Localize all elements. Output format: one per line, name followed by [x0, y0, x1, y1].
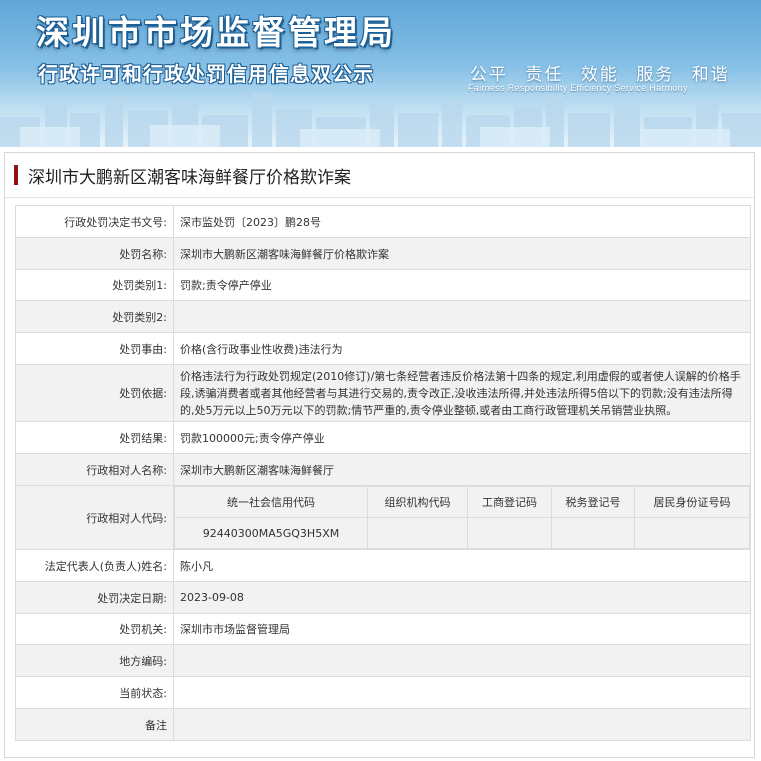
- field-label: 行政处罚决定书文号:: [15, 205, 174, 238]
- table-row: 处罚类别2:: [15, 300, 751, 333]
- title-accent-bar: [14, 165, 18, 185]
- party-code-table: 统一社会信用代码 组织机构代码 工商登记码 税务登记号 居民身份证号码 9244…: [174, 486, 750, 549]
- site-subtitle: 行政许可和行政处罚信用信息双公示: [38, 62, 374, 86]
- field-label: 处罚结果:: [15, 421, 174, 454]
- table-row: 当前状态:: [15, 676, 751, 709]
- field-label: 地方编码:: [15, 644, 174, 677]
- field-label: 处罚类别2:: [15, 300, 174, 333]
- code-header: 统一社会信用代码: [174, 486, 368, 518]
- code-value-row: 92440300MA5GQ3H5XM: [174, 517, 750, 549]
- category1-value: 罚款;责令停产停业: [173, 269, 751, 301]
- status-value: [173, 676, 751, 709]
- field-label: 备注: [15, 708, 174, 741]
- case-title: 深圳市大鹏新区潮客味海鲜餐厅价格欺诈案: [28, 167, 351, 188]
- table-row: 处罚决定日期: 2023-09-08: [15, 581, 751, 614]
- code-header-row: 统一社会信用代码 组织机构代码 工商登记码 税务登记号 居民身份证号码: [174, 486, 750, 518]
- motto-word: 公平: [470, 65, 508, 85]
- panel-header: 深圳市大鹏新区潮客味海鲜餐厅价格欺诈案: [5, 153, 754, 198]
- field-label: 处罚名称:: [15, 237, 174, 270]
- motto: 公平 责任 效能 服务 和谐: [470, 60, 740, 85]
- code-header: 工商登记码: [467, 486, 552, 518]
- case-info-table: 行政处罚决定书文号: 深市监处罚〔2023〕鹏28号 处罚名称: 深圳市大鹏新区…: [15, 205, 751, 741]
- table-row: 行政相对人名称: 深圳市大鹏新区潮客味海鲜餐厅: [15, 453, 751, 486]
- id-number-value: [634, 517, 750, 549]
- field-label: 处罚依据:: [15, 364, 174, 422]
- table-row: 处罚机关: 深圳市市场监督管理局: [15, 613, 751, 645]
- code-header: 居民身份证号码: [634, 486, 750, 518]
- decision-date-value: 2023-09-08: [173, 581, 751, 614]
- category2-value: [173, 300, 751, 333]
- business-reg-value: [467, 517, 552, 549]
- field-label: 法定代表人(负责人)姓名:: [15, 549, 174, 582]
- motto-word: 责任: [525, 65, 564, 85]
- field-label: 处罚事由:: [15, 332, 174, 365]
- case-detail-panel: 深圳市大鹏新区潮客味海鲜餐厅价格欺诈案 行政处罚决定书文号: 深市监处罚〔202…: [4, 152, 755, 758]
- basis-value: 价格违法行为行政处罚规定(2010修订)/第七条经营者违反价格法第十四条的规定,…: [173, 364, 751, 422]
- table-row: 处罚结果: 罚款100000元;责令停产停业: [15, 421, 751, 454]
- field-label: 当前状态:: [15, 676, 174, 709]
- legal-rep-value: 陈小凡: [173, 549, 751, 582]
- table-row: 处罚类别1: 罚款;责令停产停业: [15, 269, 751, 301]
- field-label: 处罚类别1:: [15, 269, 174, 301]
- case-name-value: 深圳市大鹏新区潮客味海鲜餐厅价格欺诈案: [173, 237, 751, 270]
- table-row: 行政相对人代码: 统一社会信用代码 组织机构代码 工商登记码 税务登记号 居民身…: [15, 485, 751, 550]
- party-code-cell: 统一社会信用代码 组织机构代码 工商登记码 税务登记号 居民身份证号码 9244…: [173, 485, 751, 550]
- header-banner: 深圳市市场监督管理局 行政许可和行政处罚信用信息双公示 公平 责任 效能 服务 …: [0, 0, 761, 147]
- reason-value: 价格(含行政事业性收费)违法行为: [173, 332, 751, 365]
- result-value: 罚款100000元;责令停产停业: [173, 421, 751, 454]
- motto-word: 效能: [580, 65, 619, 85]
- decision-number-value: 深市监处罚〔2023〕鹏28号: [173, 205, 751, 238]
- authority-value: 深圳市市场监督管理局: [173, 613, 751, 645]
- org-code-value: [367, 517, 468, 549]
- table-row: 法定代表人(负责人)姓名: 陈小凡: [15, 549, 751, 582]
- code-header: 组织机构代码: [367, 486, 468, 518]
- field-label: 处罚决定日期:: [15, 581, 174, 614]
- field-label: 行政相对人代码:: [15, 485, 174, 550]
- table-row: 处罚依据: 价格违法行为行政处罚规定(2010修订)/第七条经营者违反价格法第十…: [15, 364, 751, 422]
- city-skyline-graphic: [0, 93, 761, 147]
- field-label: 行政相对人名称:: [15, 453, 174, 486]
- motto-english: Fairness Responsibility Efficiency Servi…: [468, 83, 688, 93]
- motto-word: 服务: [636, 65, 675, 85]
- table-row: 处罚事由: 价格(含行政事业性收费)违法行为: [15, 332, 751, 365]
- remark-value: [173, 708, 751, 741]
- code-header: 税务登记号: [551, 486, 635, 518]
- table-row: 地方编码:: [15, 644, 751, 677]
- site-title: 深圳市市场监督管理局: [36, 13, 396, 52]
- field-label: 处罚机关:: [15, 613, 174, 645]
- table-row: 备注: [15, 708, 751, 741]
- motto-word: 和谐: [691, 65, 730, 85]
- tax-reg-value: [551, 517, 635, 549]
- table-row: 行政处罚决定书文号: 深市监处罚〔2023〕鹏28号: [15, 205, 751, 238]
- region-code-value: [173, 644, 751, 677]
- credit-code-value: 92440300MA5GQ3H5XM: [174, 517, 368, 549]
- table-row: 处罚名称: 深圳市大鹏新区潮客味海鲜餐厅价格欺诈案: [15, 237, 751, 270]
- party-name-value: 深圳市大鹏新区潮客味海鲜餐厅: [173, 453, 751, 486]
